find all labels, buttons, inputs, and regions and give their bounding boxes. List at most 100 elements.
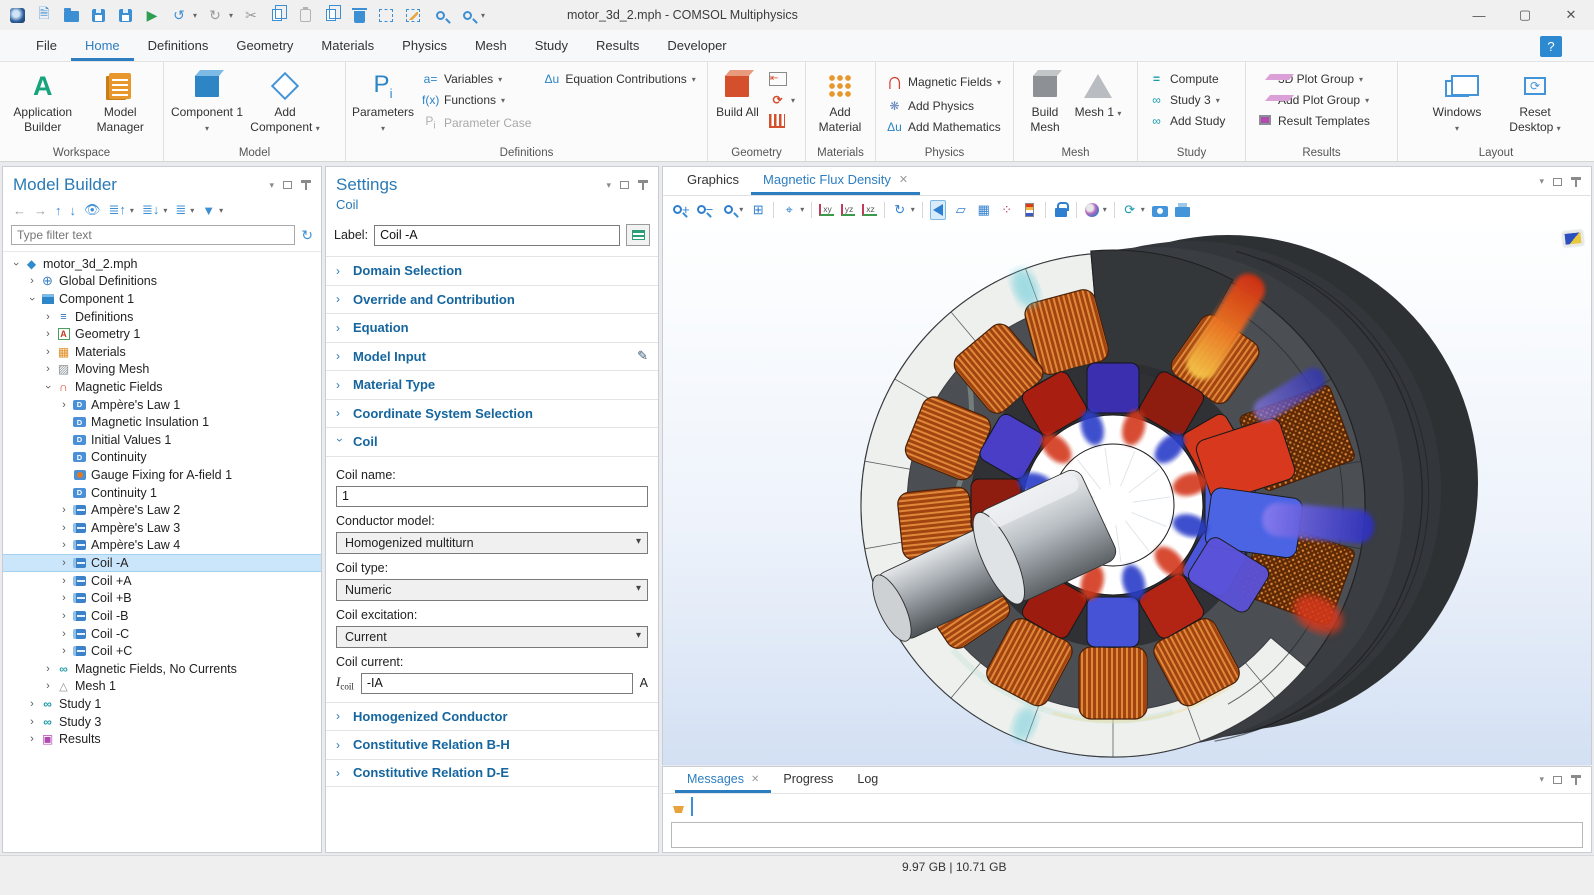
- add-physics-button[interactable]: ❋Add Physics: [882, 97, 1005, 115]
- conductor-model-select[interactable]: Homogenized multiturn: [336, 532, 648, 554]
- result-templates-button[interactable]: Result Templates: [1252, 112, 1374, 130]
- node-text-icon[interactable]: ≣: [175, 202, 186, 218]
- magnetic-fields-button[interactable]: ∩Magnetic Fields▾: [882, 70, 1005, 94]
- functions-button[interactable]: f(x)Functions▾: [418, 91, 535, 109]
- clear-messages-icon[interactable]: [673, 798, 681, 816]
- tree-item-selected[interactable]: ›Coil -A: [3, 554, 321, 572]
- appearance-icon[interactable]: [1084, 200, 1100, 220]
- redo-icon[interactable]: ↻: [206, 6, 224, 24]
- pin-panel-icon[interactable]: [301, 180, 311, 190]
- print-icon[interactable]: [1175, 200, 1191, 220]
- tab-magnetic-flux-density[interactable]: Magnetic Flux Density✕: [751, 166, 920, 195]
- lock-icon[interactable]: [1053, 200, 1069, 220]
- update-plot-icon[interactable]: ⟳: [1122, 200, 1138, 220]
- study-3-button[interactable]: ∞Study 3▾: [1144, 91, 1229, 109]
- scene-light-icon[interactable]: [930, 200, 946, 220]
- paste-icon[interactable]: [296, 6, 314, 24]
- section-constitutive-de[interactable]: ›Constitutive Relation D-E: [326, 759, 658, 788]
- tree-filter-input[interactable]: [11, 225, 295, 245]
- add-component-button[interactable]: Add Component ▾: [248, 66, 322, 142]
- panel-menu-icon[interactable]: ▾: [1539, 774, 1544, 785]
- chevron-icon[interactable]: ›: [57, 592, 71, 604]
- minimize-button[interactable]: —: [1456, 0, 1502, 30]
- tree-item[interactable]: ›≡Definitions: [3, 308, 321, 326]
- graphics-canvas[interactable]: [662, 223, 1592, 765]
- filter-icon[interactable]: ▼: [202, 203, 215, 218]
- chevron-icon[interactable]: ›: [41, 311, 55, 323]
- tab-messages[interactable]: Messages✕: [675, 767, 771, 793]
- tree-item[interactable]: ›Coil +A: [3, 572, 321, 590]
- chevron-icon[interactable]: ›: [57, 399, 71, 411]
- chevron-icon[interactable]: ›: [57, 610, 71, 622]
- expand-all-icon[interactable]: ≣↑: [109, 202, 126, 218]
- chevron-icon[interactable]: ›: [26, 292, 38, 306]
- float-panel-icon[interactable]: [620, 181, 629, 189]
- zoom-out-icon[interactable]: −: [697, 200, 714, 220]
- find-replace-icon[interactable]: [458, 6, 476, 24]
- axes-icon[interactable]: ⁘: [999, 200, 1015, 220]
- chevron-icon[interactable]: ›: [57, 628, 71, 640]
- tree-item[interactable]: ›⊕Global Definitions: [3, 273, 321, 291]
- menu-developer[interactable]: Developer: [653, 31, 740, 61]
- remove-details-button[interactable]: [765, 112, 799, 130]
- pin-panel-icon[interactable]: [1571, 177, 1581, 187]
- deselect-box-icon[interactable]: [404, 6, 422, 24]
- parameter-case-button[interactable]: PiParameter Case: [418, 112, 535, 133]
- close-tab-icon[interactable]: ✕: [899, 173, 908, 186]
- chevron-icon[interactable]: ›: [57, 539, 71, 551]
- refresh-icon[interactable]: ↻: [301, 227, 313, 244]
- chevron-icon[interactable]: ›: [25, 716, 39, 728]
- build-all-button[interactable]: Build All: [714, 66, 761, 142]
- zoom-box-icon[interactable]: [720, 200, 736, 220]
- tab-progress[interactable]: Progress: [771, 767, 845, 793]
- go-to-view-icon[interactable]: ⌖: [781, 200, 797, 220]
- grid-icon[interactable]: ▦: [976, 200, 992, 220]
- redo-dropdown-icon[interactable]: ▾: [229, 11, 233, 20]
- create-selection-button[interactable]: [626, 224, 650, 246]
- chevron-icon[interactable]: ›: [41, 663, 55, 675]
- add-plot-group-button[interactable]: Add Plot Group▾: [1252, 91, 1374, 109]
- tree-item[interactable]: ›DContinuity: [3, 449, 321, 467]
- variables-button[interactable]: a=Variables▾: [418, 70, 535, 88]
- zoom-extents-icon[interactable]: ⊞: [750, 200, 766, 220]
- environment-icon[interactable]: ▱: [953, 200, 969, 220]
- tree-item[interactable]: ›DContinuity 1: [3, 484, 321, 502]
- application-builder-button[interactable]: AApplication Builder: [6, 66, 80, 142]
- coil-excitation-select[interactable]: Current: [336, 626, 648, 648]
- chevron-icon[interactable]: ›: [57, 645, 71, 657]
- chevron-icon[interactable]: ›: [10, 257, 22, 271]
- coil-name-input[interactable]: [336, 486, 648, 507]
- tab-log[interactable]: Log: [845, 767, 890, 793]
- section-override-contribution[interactable]: ›Override and Contribution: [326, 285, 658, 314]
- geometry-import-button[interactable]: ⇤: [765, 70, 799, 88]
- chevron-icon[interactable]: ›: [25, 275, 39, 287]
- find-icon[interactable]: [431, 6, 449, 24]
- menu-physics[interactable]: Physics: [388, 31, 461, 61]
- tree-item[interactable]: ›Ampère's Law 2: [3, 501, 321, 519]
- mesh-1-button[interactable]: Mesh 1 ▾: [1074, 66, 1122, 142]
- tree-item[interactable]: ›▨Moving Mesh: [3, 361, 321, 379]
- forward-icon[interactable]: →: [34, 203, 47, 218]
- color-legend-icon[interactable]: [1022, 200, 1038, 220]
- edit-model-input-icon[interactable]: ✎: [637, 348, 648, 364]
- tree-item[interactable]: ›DInitial Values 1: [3, 431, 321, 449]
- chevron-icon[interactable]: ›: [41, 363, 55, 375]
- tree-item[interactable]: ›∞Magnetic Fields, No Currents: [3, 660, 321, 678]
- tree-item[interactable]: ›∞Study 3: [3, 713, 321, 731]
- reset-desktop-button[interactable]: ⟳Reset Desktop ▾: [1498, 66, 1572, 142]
- menu-materials[interactable]: Materials: [307, 31, 388, 61]
- cut-icon[interactable]: ✂: [242, 6, 260, 24]
- geometry-update-button[interactable]: ⟳▾: [765, 91, 799, 109]
- show-icon[interactable]: 👁︎: [84, 202, 101, 218]
- float-panel-icon[interactable]: [1553, 178, 1562, 186]
- back-icon[interactable]: ←: [13, 203, 26, 218]
- chevron-icon[interactable]: ›: [41, 680, 55, 692]
- view-xy-icon[interactable]: xy: [819, 204, 834, 216]
- tree-item[interactable]: ›AGeometry 1: [3, 325, 321, 343]
- select-box-icon[interactable]: [377, 6, 395, 24]
- build-mesh-button[interactable]: Build Mesh: [1020, 66, 1070, 142]
- panel-menu-icon[interactable]: ▾: [606, 180, 611, 191]
- tree-item[interactable]: ›▦Materials: [3, 343, 321, 361]
- save-as-icon[interactable]: [116, 6, 134, 24]
- component-1-button[interactable]: Component 1 ▾: [170, 66, 244, 142]
